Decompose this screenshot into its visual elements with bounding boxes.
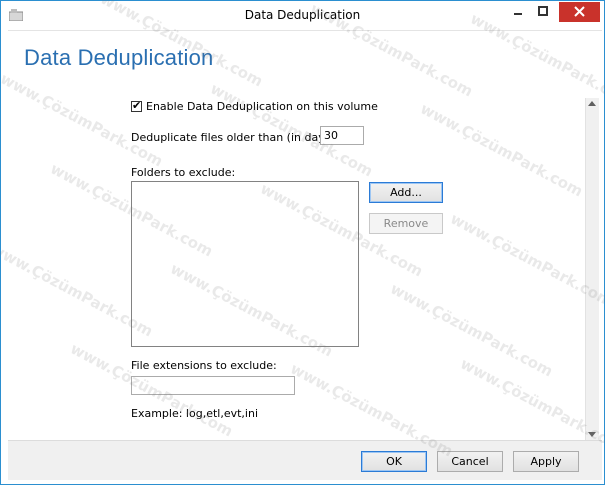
- remove-folder-button[interactable]: Remove: [369, 213, 443, 234]
- file-age-input[interactable]: 30: [320, 126, 364, 145]
- minimize-button[interactable]: [508, 2, 528, 22]
- enable-dedup-checkbox[interactable]: ✔: [131, 99, 142, 112]
- ok-button[interactable]: OK: [361, 451, 427, 472]
- cancel-button[interactable]: Cancel: [437, 451, 503, 472]
- add-folder-button[interactable]: Add...: [369, 182, 443, 203]
- close-button[interactable]: [559, 2, 600, 22]
- enable-dedup-label: Enable Data Deduplication on this volume: [146, 100, 378, 113]
- minimize-icon: [514, 13, 522, 15]
- checkmark-icon: ✔: [132, 99, 142, 112]
- page-title: Data Deduplication: [24, 45, 214, 70]
- vertical-scrollbar[interactable]: [585, 98, 599, 440]
- dialog-window: Data Deduplication Data Deduplication ✔ …: [0, 0, 605, 485]
- scroll-down-icon[interactable]: [588, 432, 596, 437]
- apply-button[interactable]: Apply: [513, 451, 579, 472]
- maximize-button[interactable]: [532, 2, 554, 22]
- scroll-up-icon[interactable]: [588, 101, 596, 106]
- extensions-example-text: Example: log,etl,evt,ini: [131, 407, 258, 420]
- close-icon: [574, 6, 585, 17]
- enable-dedup-row[interactable]: ✔ Enable Data Deduplication on this volu…: [131, 100, 378, 113]
- extensions-exclude-label: File extensions to exclude:: [131, 359, 277, 372]
- folders-exclude-list[interactable]: [131, 181, 359, 347]
- maximize-icon: [538, 6, 548, 16]
- title-bar[interactable]: Data Deduplication: [1, 1, 604, 30]
- extensions-exclude-input[interactable]: [131, 376, 295, 395]
- file-age-label: Deduplicate files older than (in days):: [131, 131, 339, 144]
- folders-exclude-label: Folders to exclude:: [131, 166, 236, 179]
